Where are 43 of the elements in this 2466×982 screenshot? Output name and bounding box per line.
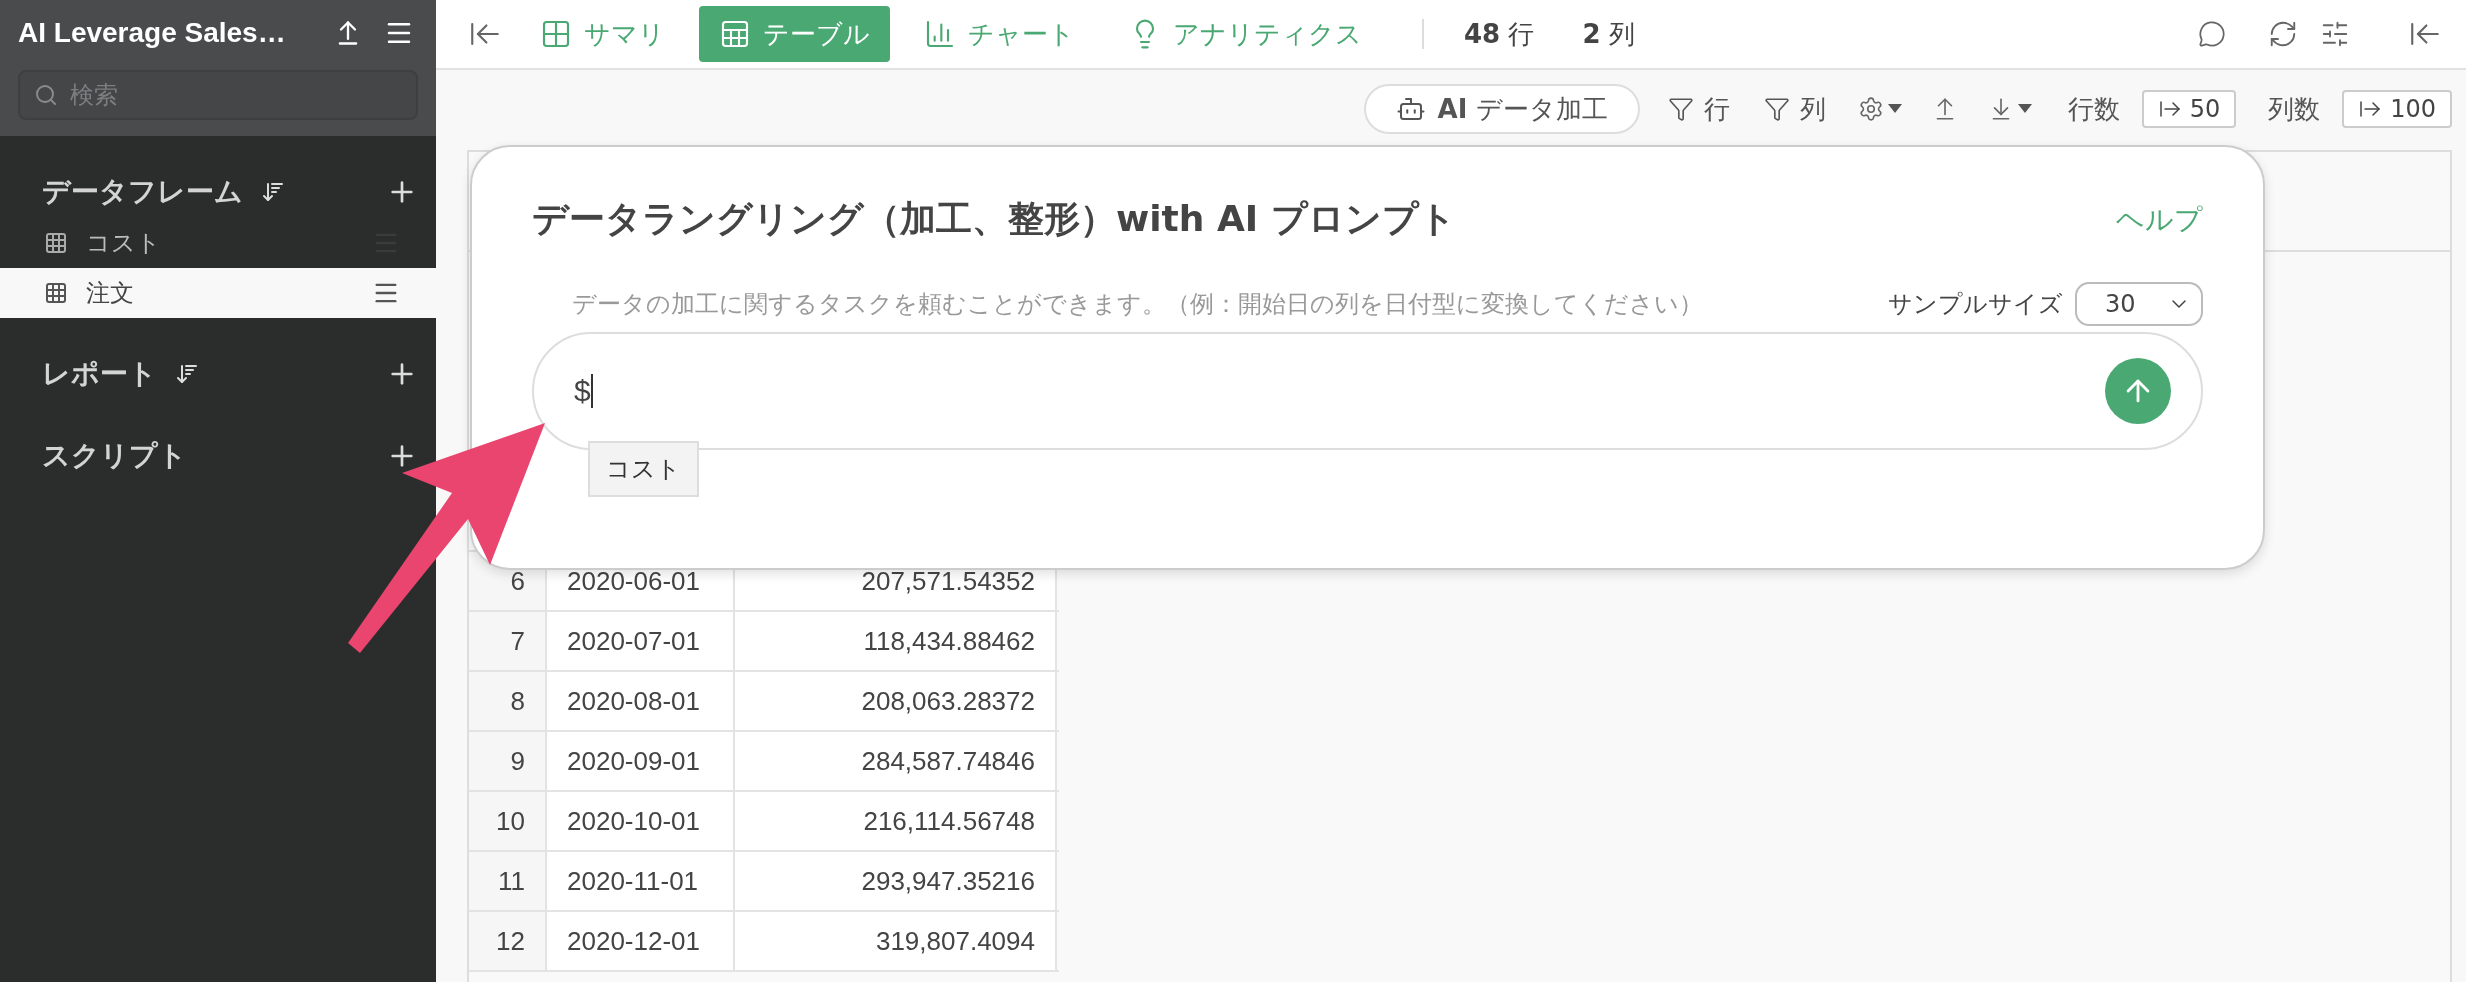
table-cell: 2020-08-01 (547, 672, 735, 730)
search-field[interactable]: 検索 (18, 70, 418, 120)
hint-text: データの加工に関するタスクを頼むことができます。（例：開始日の列を日付型に変換してください） (572, 289, 1704, 320)
grid-icon (540, 18, 572, 50)
table-icon (44, 231, 68, 255)
count-label: 2 列 (1582, 17, 1635, 51)
filter-button[interactable]: 列 (1757, 90, 1832, 128)
table-cell: 2020-09-01 (547, 732, 735, 790)
table-icon (44, 281, 68, 305)
section-title: レポート (42, 356, 157, 392)
table-cell: 2020-10-01 (547, 792, 735, 850)
table-cell: 2020-12-01 (547, 912, 735, 970)
suggestion-item[interactable]: コスト (588, 441, 699, 497)
table-cell: 118,434.88462 (735, 612, 1057, 670)
limit-field[interactable]: 100 (2342, 90, 2452, 128)
table-cell: 2020-11-01 (547, 852, 735, 910)
bar-chart-icon (924, 18, 956, 50)
table-cell: 208,063.28372 (735, 672, 1057, 730)
filter-icon (1667, 96, 1694, 122)
limit-field[interactable]: 50 (2141, 90, 2237, 128)
dialog-title: データラングリング（加工、整形）with AI プロンプト (532, 197, 1456, 241)
section-title: スクリプト (42, 438, 187, 474)
sidebar-item[interactable]: 注文 (0, 268, 436, 318)
section-title: データフレーム (42, 174, 243, 210)
table-cell: 293,947.35216 (735, 852, 1057, 910)
search-icon (34, 83, 58, 107)
filter-icon (1763, 96, 1790, 122)
ai-wrangling-button[interactable]: AI データ加工 (1363, 84, 1640, 134)
sample-size-label: サンプルサイズ (1888, 289, 2063, 320)
filter-button[interactable]: 行 (1661, 90, 1736, 128)
sidebar-item[interactable]: コスト (0, 218, 436, 268)
table-icon (719, 18, 751, 50)
table-cell: 2020-07-01 (547, 612, 735, 670)
limit-label: 列数 (2268, 92, 2321, 126)
limit-label: 行数 (2067, 92, 2120, 126)
count-label: 48 行 (1464, 17, 1535, 51)
table-cell: 284,587.74846 (735, 732, 1057, 790)
sample-size-select[interactable]: 30 (2075, 282, 2203, 326)
sort-icon[interactable] (175, 362, 199, 386)
table-cell: 319,807.4094 (735, 912, 1057, 970)
sort-icon[interactable] (261, 180, 285, 204)
table-cell: 216,114.56748 (735, 792, 1057, 850)
project-title: AI Leverage Sales… (18, 17, 287, 49)
